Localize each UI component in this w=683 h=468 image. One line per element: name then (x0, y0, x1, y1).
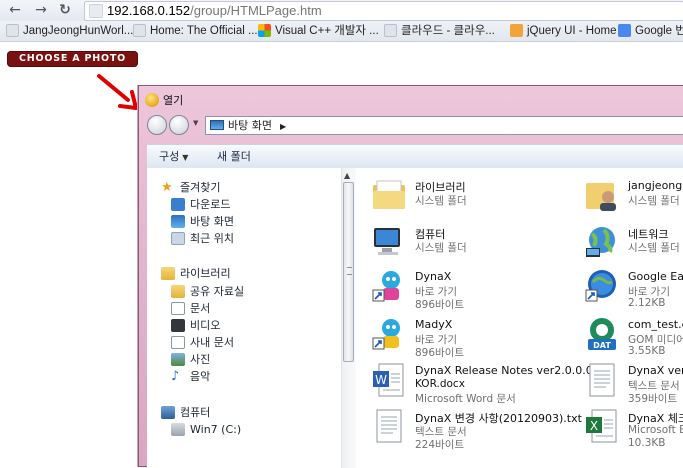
file-tile[interactable]: DAT com_test.dat GOM 미디어 3.55KB (584, 316, 683, 360)
browser-toolbar: ← → ↻ 192.168.0.152/group/HTMLPage.htm (0, 0, 683, 22)
dialog-toolbar: 구성 ▼ 새 폴더 (147, 144, 683, 169)
url-host: 192.168.0.152 (107, 3, 191, 18)
nav-item-desktop[interactable]: 바탕 화면 (171, 214, 234, 230)
madyx-shortcut-icon (372, 319, 400, 350)
documents-icon (171, 302, 185, 315)
bookmark-item[interactable]: jQuery UI - Home (510, 23, 616, 39)
documents-icon (171, 336, 185, 349)
scroll-up-icon[interactable]: ▲ (344, 171, 350, 180)
user-folder-icon (586, 183, 616, 211)
dialog-content: ★ 즐겨찾기 다운로드 바탕 화면 최근 위치 라이브러리 공유 자료실 문서 비… (147, 168, 683, 468)
red-arrow-icon (97, 74, 138, 110)
folder-icon (171, 285, 185, 298)
file-tile[interactable]: 네트워크 시스템 폴더 (584, 224, 683, 268)
dialog-nav-row: ▼ 바탕 화면 ▶ (145, 113, 683, 139)
file-tile[interactable]: DynaX 변경 사항(20120903).txt 텍스트 문서 224바이트 (371, 408, 582, 452)
choose-photo-button[interactable]: CHOOSE A PHOTO (7, 51, 138, 67)
forward-button[interactable] (169, 115, 189, 135)
back-icon[interactable]: ← (6, 1, 24, 19)
computer-icon (161, 406, 175, 419)
downloads-icon (171, 198, 185, 211)
history-dropdown-icon[interactable]: ▼ (193, 119, 198, 127)
bookmark-item[interactable]: 클라우드 - 클라우... (384, 23, 495, 39)
file-tile[interactable]: 라이브러리 시스템 폴더 (371, 177, 571, 221)
page-icon (6, 24, 19, 37)
nav-item-public-data[interactable]: 공유 자료실 (171, 284, 244, 300)
computer-icon (374, 228, 400, 255)
recent-places-icon (171, 232, 185, 245)
nav-item-documents[interactable]: 문서 (171, 301, 210, 317)
address-bar[interactable]: 192.168.0.152/group/HTMLPage.htm (84, 1, 683, 21)
svg-text:W: W (375, 373, 387, 387)
file-tile[interactable]: DynaX ver1. 텍스트 문서 359바이트 (584, 362, 683, 406)
dialog-app-icon (145, 93, 159, 107)
dialog-address-bar[interactable]: 바탕 화면 ▶ (205, 116, 683, 135)
dropdown-caret-icon: ▼ (182, 153, 189, 162)
navigation-pane: ★ 즐겨찾기 다운로드 바탕 화면 최근 위치 라이브러리 공유 자료실 문서 비… (147, 168, 339, 468)
page-icon (89, 4, 103, 18)
nav-item-libraries[interactable]: 라이브러리 (161, 266, 231, 282)
nav-item-music[interactable]: ♪ 음악 (171, 369, 210, 385)
bookmark-item[interactable]: Visual C++ 개발자 ... (258, 23, 379, 39)
jquery-icon (510, 24, 523, 37)
excel-doc-icon: X (586, 409, 617, 443)
nav-item-company-docs[interactable]: 사내 문서 (171, 335, 234, 351)
dat-file-icon: DAT (588, 318, 616, 350)
svg-text:X: X (590, 419, 598, 433)
msdn-icon (258, 24, 271, 37)
nav-item-win7-drive[interactable]: Win7 (C:) (171, 422, 241, 438)
star-icon: ★ (161, 180, 173, 195)
nav-item-favorites[interactable]: ★ 즐겨찾기 (161, 180, 220, 196)
video-icon (171, 319, 185, 332)
file-tile[interactable]: X DynaX 체크 Microsoft E 10.3KB (584, 408, 683, 452)
scroll-thumb[interactable] (343, 182, 354, 362)
organize-button[interactable]: 구성 ▼ (159, 145, 188, 168)
text-doc-icon (376, 409, 402, 443)
drive-icon (171, 423, 185, 436)
file-tile[interactable]: Google Earth 바로 가기 2.12KB (584, 268, 683, 312)
new-folder-button[interactable]: 새 폴더 (217, 145, 251, 168)
file-tile[interactable]: W DynaX Release Notes ver2.0.0.0 KOR.doc… (371, 362, 593, 406)
music-icon: ♪ (171, 369, 180, 384)
nav-item-videos[interactable]: 비디오 (171, 318, 220, 334)
dynax-shortcut-icon (372, 271, 400, 302)
svg-text:DAT: DAT (593, 341, 611, 350)
text-doc-icon (589, 363, 615, 397)
nav-item-computer[interactable]: 컴퓨터 (161, 405, 210, 421)
translate-icon (618, 24, 631, 37)
open-file-dialog: 열기 ▼ 바탕 화면 ▶ 구성 ▼ 새 폴더 ★ 즐겨찾기 다운로드 바탕 화면 최근… (138, 85, 683, 468)
forward-icon[interactable]: → (32, 1, 50, 19)
library-folder-icon (373, 180, 405, 209)
page-icon (384, 24, 397, 37)
back-button[interactable] (147, 115, 167, 135)
file-tile[interactable]: 컴퓨터 시스템 폴더 (371, 224, 571, 268)
pictures-icon (171, 353, 185, 366)
nav-item-recent[interactable]: 최근 위치 (171, 231, 234, 247)
bookmark-item[interactable]: JangJeongHunWorl... (6, 23, 133, 39)
nav-item-pictures[interactable]: 사진 (171, 352, 210, 368)
nav-item-downloads[interactable]: 다운로드 (171, 197, 230, 213)
page-icon (133, 24, 146, 37)
url-path: /group/HTMLPage.htm (190, 3, 322, 18)
word-doc-icon: W (373, 363, 404, 397)
bookmark-item[interactable]: Home: The Official ... (133, 23, 258, 39)
library-icon (161, 267, 175, 280)
file-tile[interactable]: MadyX 바로 가기 896바이트 (371, 316, 571, 360)
bookmark-item[interactable]: Google 번 (618, 23, 683, 39)
file-tile[interactable]: jangjeonghu 시스템 폴더 (584, 177, 683, 221)
file-tile[interactable]: DynaX 바로 가기 896바이트 (371, 268, 571, 312)
bookmarks-bar: JangJeongHunWorl... Home: The Official .… (0, 21, 683, 42)
desktop-icon (210, 120, 224, 130)
network-icon (586, 227, 615, 257)
breadcrumb-arrow-icon[interactable]: ▶ (280, 122, 286, 131)
reload-icon[interactable]: ↻ (56, 1, 74, 19)
nav-scrollbar[interactable]: ▲ (341, 168, 356, 468)
desktop-icon (171, 215, 185, 228)
dialog-title: 열기 (145, 93, 183, 109)
google-earth-icon (585, 270, 616, 302)
